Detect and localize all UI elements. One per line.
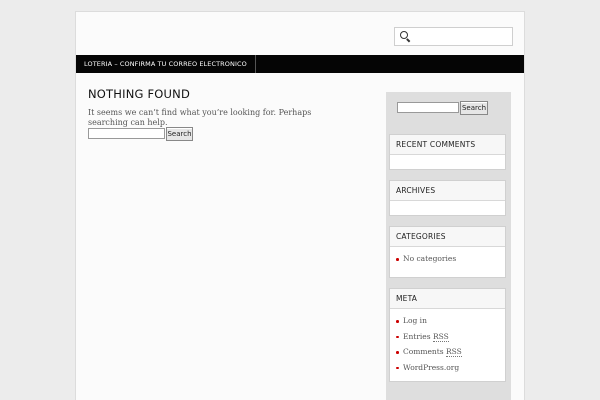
not-found-message: It seems we can’t find what you’re looki… bbox=[88, 108, 312, 127]
link-text: Comments bbox=[403, 347, 446, 356]
widget-categories: CATEGORIES No categories bbox=[389, 226, 506, 278]
widget-meta: META Log in Entries RSS Comments RSS Wor… bbox=[389, 288, 506, 382]
main-search-button[interactable]: Search bbox=[166, 127, 193, 141]
sidebar: Search RECENT COMMENTS ARCHIVES CATEGORI… bbox=[386, 92, 511, 400]
search-icon bbox=[400, 31, 408, 39]
link-text: Entries bbox=[403, 331, 433, 341]
meta-link-login[interactable]: Log in bbox=[396, 313, 505, 329]
widget-title: CATEGORIES bbox=[390, 227, 505, 247]
widget-title: ARCHIVES bbox=[390, 181, 505, 201]
page-title: NOTHING FOUND bbox=[88, 87, 191, 101]
header-search-box[interactable] bbox=[394, 27, 513, 46]
page-container: LOTERIA – CONFIRMA TU CORREO ELECTRONICO… bbox=[75, 11, 525, 400]
main-navigation: LOTERIA – CONFIRMA TU CORREO ELECTRONICO bbox=[76, 55, 524, 73]
meta-link-wordpress[interactable]: WordPress.org bbox=[396, 360, 505, 376]
widget-archives: ARCHIVES bbox=[389, 180, 506, 216]
widget-title: META bbox=[390, 289, 505, 309]
header-search-input[interactable] bbox=[411, 29, 509, 44]
list-item: No categories bbox=[396, 251, 505, 267]
nav-item-loteria[interactable]: LOTERIA – CONFIRMA TU CORREO ELECTRONICO bbox=[76, 55, 256, 73]
widget-recent-comments: RECENT COMMENTS bbox=[389, 134, 506, 170]
widget-title: RECENT COMMENTS bbox=[390, 135, 505, 155]
sidebar-search-button[interactable]: Search bbox=[460, 101, 488, 115]
rss-abbr: RSS bbox=[446, 347, 462, 357]
meta-link-entries-rss[interactable]: Entries RSS bbox=[396, 329, 505, 345]
rss-abbr: RSS bbox=[432, 331, 449, 342]
meta-link-comments-rss[interactable]: Comments RSS bbox=[396, 344, 505, 360]
sidebar-search-input[interactable] bbox=[397, 102, 459, 113]
main-search-input[interactable] bbox=[88, 128, 165, 139]
